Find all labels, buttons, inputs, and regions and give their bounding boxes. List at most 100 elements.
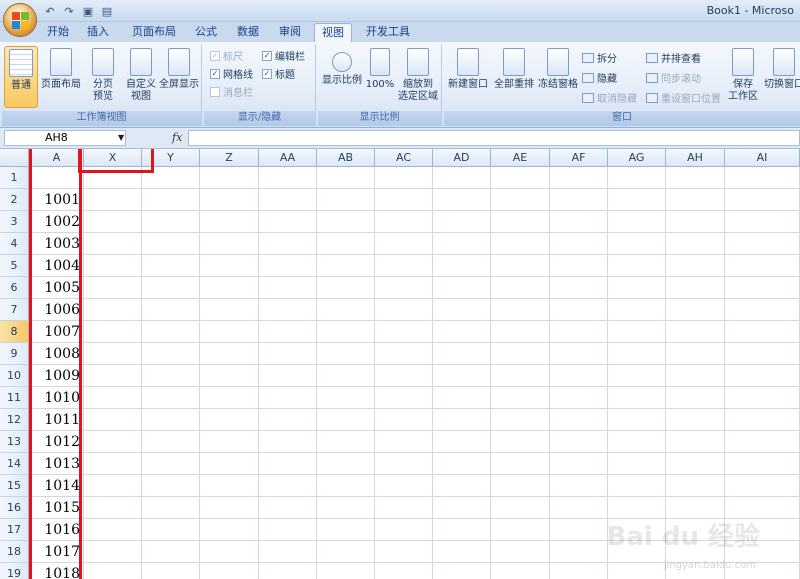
message-bar-checkbox[interactable]: 消息栏 [210,84,253,99]
row-header-17[interactable]: 17 [0,519,29,541]
column-header-ag[interactable]: AG [608,149,666,167]
row-header-12[interactable]: 12 [0,409,29,431]
worksheet-grid[interactable]: A X Y Z AA AB AC AD AE AF AG AH AI 1 2 3 4 5 6 7 8 9 10 11 12 13… [0,149,800,579]
cell-a11[interactable]: 1010 [30,387,80,409]
grid-hline [29,430,800,431]
row-header-10[interactable]: 10 [0,365,29,387]
cell-a18[interactable]: 1017 [30,541,80,563]
save-workspace-button[interactable]: 保存 工作区 [726,46,760,108]
freeze-panes-button[interactable]: 冻结窗格 [536,46,580,108]
row-header-13[interactable]: 13 [0,431,29,453]
cell-a16[interactable]: 1015 [30,497,80,519]
row-header-14[interactable]: 14 [0,453,29,475]
formula-bar-checkbox[interactable]: ✓ 编辑栏 [262,48,305,63]
new-window-button[interactable]: 新建窗口 [446,46,490,108]
tab-review[interactable]: 审阅 [272,23,308,42]
undo-icon[interactable]: ↶ [42,3,58,19]
page-break-preview-button[interactable]: 分页 预览 [82,46,124,108]
tab-home[interactable]: 开始 [40,23,76,42]
zoom-to-selection-button[interactable]: 缩放到 选定区域 [396,46,440,108]
row-header-6[interactable]: 6 [0,277,29,299]
switch-windows-button[interactable]: 切换窗口 [762,46,800,108]
cell-a19[interactable]: 1018 [30,563,80,579]
ruler-checkbox[interactable]: ✓ 标尺 [210,48,243,63]
grid-hline [29,232,800,233]
normal-view-button[interactable]: 普通 [4,46,38,108]
column-header-ad[interactable]: AD [433,149,491,167]
column-header-aa[interactable]: AA [259,149,317,167]
row-header-15[interactable]: 15 [0,475,29,497]
hide-window-button[interactable]: 隐藏 [582,70,617,85]
row-header-19[interactable]: 19 [0,563,29,579]
page-layout-view-button[interactable]: 页面布局 [40,46,82,108]
column-header-y[interactable]: Y [142,149,200,167]
row-header-18[interactable]: 18 [0,541,29,563]
custom-views-button[interactable]: 自定义 视图 [120,46,162,108]
cell-a8[interactable]: 1007 [30,321,80,343]
cell-a7[interactable]: 1006 [30,299,80,321]
column-header-x[interactable]: X [84,149,142,167]
reset-window-position-button[interactable]: 重设窗口位置 [646,90,721,105]
full-screen-button[interactable]: 全屏显示 [158,46,200,108]
cell-a5[interactable]: 1004 [30,255,80,277]
office-button[interactable] [3,3,37,37]
row-header-1[interactable]: 1 [0,167,29,189]
cell-a15[interactable]: 1014 [30,475,80,497]
column-header-a[interactable]: A [30,149,84,167]
save-icon[interactable]: ▣ [80,3,96,19]
column-header-af[interactable]: AF [550,149,608,167]
row-header-11[interactable]: 11 [0,387,29,409]
row-header-16[interactable]: 16 [0,497,29,519]
column-header-ab[interactable]: AB [317,149,375,167]
column-header-ac[interactable]: AC [375,149,433,167]
cell-a10[interactable]: 1009 [30,365,80,387]
formula-bar: AH8 ▼ fx [0,128,800,149]
split-button[interactable]: 拆分 [582,50,617,65]
tab-data[interactable]: 数据 [230,23,266,42]
column-header-ah[interactable]: AH [666,149,725,167]
cell-a14[interactable]: 1013 [30,453,80,475]
tab-developer[interactable]: 开发工具 [360,23,416,42]
tab-formulas[interactable]: 公式 [188,23,224,42]
cell-a6[interactable]: 1005 [30,277,80,299]
cell-a17[interactable]: 1016 [30,519,80,541]
view-side-by-side-button[interactable]: 并排查看 [646,50,701,65]
column-header-ai[interactable]: AI [725,149,800,167]
name-box[interactable]: AH8 [4,130,126,146]
arrange-all-button[interactable]: 全部重排 [492,46,536,108]
tab-insert[interactable]: 插入 [80,23,116,42]
row-header-5[interactable]: 5 [0,255,29,277]
row-header-8[interactable]: 8 [0,321,29,343]
cell-a2[interactable]: 1001 [30,189,80,211]
formula-input[interactable] [188,130,800,146]
cell-a13[interactable]: 1012 [30,431,80,453]
name-box-dropdown-icon[interactable]: ▼ [118,133,124,142]
headings-checkbox[interactable]: ✓ 标题 [262,66,295,81]
row-header-4[interactable]: 4 [0,233,29,255]
cell-a4[interactable]: 1003 [30,233,80,255]
column-header-ae[interactable]: AE [491,149,550,167]
row-header-2[interactable]: 2 [0,189,29,211]
print-preview-icon[interactable]: ▤ [99,3,115,19]
row-header-7[interactable]: 7 [0,299,29,321]
row-header-9[interactable]: 9 [0,343,29,365]
cell-a9[interactable]: 1008 [30,343,80,365]
unhide-window-button[interactable]: 取消隐藏 [582,90,637,105]
grid-hline [29,474,800,475]
cell-a3[interactable]: 1002 [30,211,80,233]
freeze-panes-icon [547,48,569,76]
insert-function-icon[interactable]: fx [172,131,182,144]
cell-a12[interactable]: 1011 [30,409,80,431]
zoom-button[interactable]: 显示比例 [320,46,364,108]
group-show-hide: ✓ 标尺 ✓ 网格线 消息栏 ✓ 编辑栏 ✓ 标题 显示/隐藏 [204,44,316,126]
tab-view[interactable]: 视图 [314,23,352,42]
gridlines-checkbox[interactable]: ✓ 网格线 [210,66,253,81]
tab-page-layout[interactable]: 页面布局 [124,23,184,42]
column-header-z[interactable]: Z [200,149,259,167]
sync-scroll-button[interactable]: 同步滚动 [646,70,701,85]
zoom-100-button[interactable]: 100% [364,46,396,108]
redo-icon[interactable]: ↷ [61,3,77,19]
cell-a1[interactable] [30,167,80,189]
select-all-corner[interactable] [0,149,29,167]
row-header-3[interactable]: 3 [0,211,29,233]
